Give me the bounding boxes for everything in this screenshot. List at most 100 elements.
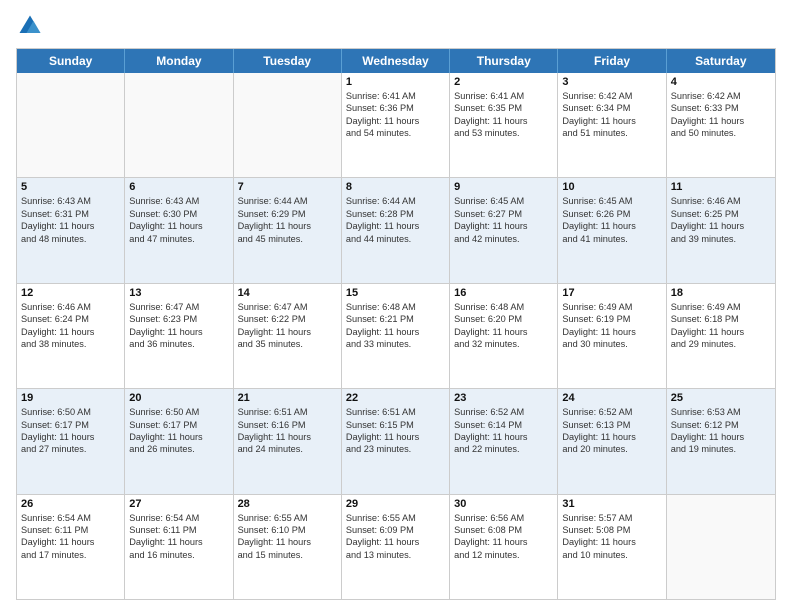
day-number: 10 xyxy=(562,181,661,193)
calendar-cell-30: 30Sunrise: 6:56 AMSunset: 6:08 PMDayligh… xyxy=(450,495,558,599)
cell-info-line: Sunrise: 6:45 AM xyxy=(562,195,661,207)
calendar-cell-20: 20Sunrise: 6:50 AMSunset: 6:17 PMDayligh… xyxy=(125,389,233,493)
cell-info-line: and 16 minutes. xyxy=(129,549,228,561)
day-number: 27 xyxy=(129,498,228,510)
cell-info-line: Daylight: 11 hours xyxy=(21,220,120,232)
cell-info-line: Sunset: 5:08 PM xyxy=(562,524,661,536)
cell-info-line: and 23 minutes. xyxy=(346,443,445,455)
cell-info-line: and 35 minutes. xyxy=(238,338,337,350)
cell-info-line: Sunset: 6:17 PM xyxy=(129,419,228,431)
cell-info-line: Daylight: 11 hours xyxy=(346,536,445,548)
cell-info-line: and 51 minutes. xyxy=(562,127,661,139)
calendar-cell-10: 10Sunrise: 6:45 AMSunset: 6:26 PMDayligh… xyxy=(558,178,666,282)
day-number: 8 xyxy=(346,181,445,193)
cell-info-line: and 22 minutes. xyxy=(454,443,553,455)
cell-info-line: Sunrise: 6:42 AM xyxy=(671,90,771,102)
cell-info-line: Sunrise: 6:50 AM xyxy=(129,406,228,418)
calendar-row-4: 26Sunrise: 6:54 AMSunset: 6:11 PMDayligh… xyxy=(17,494,775,599)
day-number: 31 xyxy=(562,498,661,510)
calendar-row-1: 5Sunrise: 6:43 AMSunset: 6:31 PMDaylight… xyxy=(17,177,775,282)
cell-info-line: Daylight: 11 hours xyxy=(454,326,553,338)
cell-info-line: Sunset: 6:31 PM xyxy=(21,208,120,220)
cell-info-line: Sunset: 6:30 PM xyxy=(129,208,228,220)
day-number: 15 xyxy=(346,287,445,299)
day-number: 14 xyxy=(238,287,337,299)
calendar-row-3: 19Sunrise: 6:50 AMSunset: 6:17 PMDayligh… xyxy=(17,388,775,493)
calendar-cell-15: 15Sunrise: 6:48 AMSunset: 6:21 PMDayligh… xyxy=(342,284,450,388)
cell-info-line: and 33 minutes. xyxy=(346,338,445,350)
day-number: 3 xyxy=(562,76,661,88)
calendar-cell-24: 24Sunrise: 6:52 AMSunset: 6:13 PMDayligh… xyxy=(558,389,666,493)
cell-info-line: Daylight: 11 hours xyxy=(238,220,337,232)
cell-info-line: and 50 minutes. xyxy=(671,127,771,139)
day-number: 26 xyxy=(21,498,120,510)
cell-info-line: Sunset: 6:16 PM xyxy=(238,419,337,431)
cell-info-line: and 19 minutes. xyxy=(671,443,771,455)
cell-info-line: and 29 minutes. xyxy=(671,338,771,350)
cell-info-line: Sunset: 6:10 PM xyxy=(238,524,337,536)
cell-info-line: Sunrise: 6:42 AM xyxy=(562,90,661,102)
cell-info-line: Daylight: 11 hours xyxy=(671,115,771,127)
day-number: 12 xyxy=(21,287,120,299)
cell-info-line: Daylight: 11 hours xyxy=(238,431,337,443)
day-number: 28 xyxy=(238,498,337,510)
cell-info-line: and 32 minutes. xyxy=(454,338,553,350)
cell-info-line: and 12 minutes. xyxy=(454,549,553,561)
cell-info-line: and 48 minutes. xyxy=(21,233,120,245)
calendar-cell-17: 17Sunrise: 6:49 AMSunset: 6:19 PMDayligh… xyxy=(558,284,666,388)
calendar: SundayMondayTuesdayWednesdayThursdayFrid… xyxy=(16,48,776,600)
cell-info-line: Sunrise: 6:56 AM xyxy=(454,512,553,524)
cell-info-line: Sunset: 6:11 PM xyxy=(129,524,228,536)
cell-info-line: Sunset: 6:12 PM xyxy=(671,419,771,431)
cell-info-line: Sunrise: 6:45 AM xyxy=(454,195,553,207)
cell-info-line: and 42 minutes. xyxy=(454,233,553,245)
day-number: 23 xyxy=(454,392,553,404)
cell-info-line: Sunset: 6:23 PM xyxy=(129,313,228,325)
calendar-cell-12: 12Sunrise: 6:46 AMSunset: 6:24 PMDayligh… xyxy=(17,284,125,388)
cell-info-line: Daylight: 11 hours xyxy=(454,115,553,127)
cell-info-line: and 30 minutes. xyxy=(562,338,661,350)
calendar-cell-18: 18Sunrise: 6:49 AMSunset: 6:18 PMDayligh… xyxy=(667,284,775,388)
cell-info-line: Daylight: 11 hours xyxy=(129,536,228,548)
cell-info-line: Sunset: 6:29 PM xyxy=(238,208,337,220)
calendar-cell-27: 27Sunrise: 6:54 AMSunset: 6:11 PMDayligh… xyxy=(125,495,233,599)
cell-info-line: Sunset: 6:20 PM xyxy=(454,313,553,325)
cell-info-line: Daylight: 11 hours xyxy=(129,431,228,443)
cell-info-line: Sunrise: 6:46 AM xyxy=(671,195,771,207)
calendar-cell-6: 6Sunrise: 6:43 AMSunset: 6:30 PMDaylight… xyxy=(125,178,233,282)
cell-info-line: Daylight: 11 hours xyxy=(671,431,771,443)
cell-info-line: Daylight: 11 hours xyxy=(129,326,228,338)
cell-info-line: Sunset: 6:08 PM xyxy=(454,524,553,536)
calendar-cell-empty-0-2 xyxy=(234,73,342,177)
cell-info-line: and 44 minutes. xyxy=(346,233,445,245)
cell-info-line: Daylight: 11 hours xyxy=(346,431,445,443)
day-number: 11 xyxy=(671,181,771,193)
cell-info-line: Sunrise: 6:48 AM xyxy=(454,301,553,313)
cell-info-line: Sunrise: 6:48 AM xyxy=(346,301,445,313)
cell-info-line: Sunset: 6:34 PM xyxy=(562,102,661,114)
calendar-cell-9: 9Sunrise: 6:45 AMSunset: 6:27 PMDaylight… xyxy=(450,178,558,282)
day-number: 2 xyxy=(454,76,553,88)
cell-info-line: and 53 minutes. xyxy=(454,127,553,139)
cell-info-line: Daylight: 11 hours xyxy=(562,536,661,548)
calendar-cell-29: 29Sunrise: 6:55 AMSunset: 6:09 PMDayligh… xyxy=(342,495,450,599)
cell-info-line: Sunrise: 6:52 AM xyxy=(454,406,553,418)
header-day-saturday: Saturday xyxy=(667,49,775,73)
cell-info-line: Sunrise: 6:52 AM xyxy=(562,406,661,418)
calendar-header: SundayMondayTuesdayWednesdayThursdayFrid… xyxy=(17,49,775,73)
calendar-cell-25: 25Sunrise: 6:53 AMSunset: 6:12 PMDayligh… xyxy=(667,389,775,493)
cell-info-line: Sunset: 6:33 PM xyxy=(671,102,771,114)
cell-info-line: Sunrise: 6:41 AM xyxy=(346,90,445,102)
cell-info-line: Sunset: 6:17 PM xyxy=(21,419,120,431)
calendar-cell-21: 21Sunrise: 6:51 AMSunset: 6:16 PMDayligh… xyxy=(234,389,342,493)
day-number: 18 xyxy=(671,287,771,299)
cell-info-line: and 24 minutes. xyxy=(238,443,337,455)
cell-info-line: and 15 minutes. xyxy=(238,549,337,561)
cell-info-line: Sunrise: 6:43 AM xyxy=(129,195,228,207)
cell-info-line: Daylight: 11 hours xyxy=(671,220,771,232)
cell-info-line: Sunrise: 6:47 AM xyxy=(129,301,228,313)
day-number: 6 xyxy=(129,181,228,193)
cell-info-line: and 41 minutes. xyxy=(562,233,661,245)
cell-info-line: and 39 minutes. xyxy=(671,233,771,245)
cell-info-line: Sunrise: 6:54 AM xyxy=(21,512,120,524)
